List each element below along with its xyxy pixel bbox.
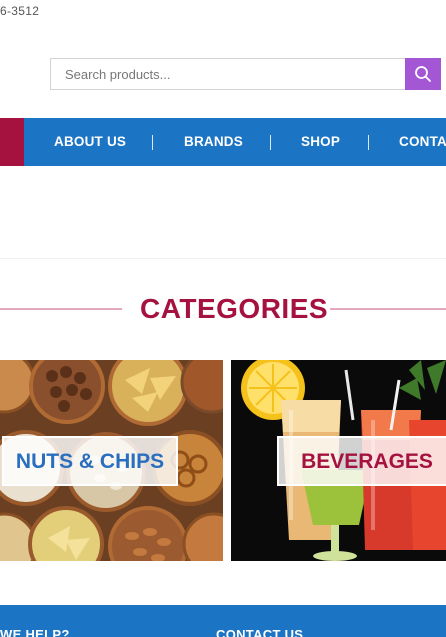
- footer-heading-contact: CONTACT US: [216, 627, 304, 637]
- search-bar: [50, 58, 446, 90]
- category-label-beverages: BEVERAGES: [277, 436, 446, 486]
- heading-rule-left: [0, 308, 122, 310]
- nav-accent-bar: [0, 118, 24, 166]
- nav-divider: [368, 135, 369, 150]
- nav-divider: [270, 135, 271, 150]
- search-input[interactable]: [50, 58, 405, 90]
- categories-heading: CATEGORIES: [0, 290, 446, 330]
- category-tile-nuts-chips[interactable]: NUTS & CHIPS: [0, 360, 223, 561]
- footer: WE HELP? CONTACT US: [0, 605, 446, 637]
- nav-item-brands[interactable]: BRANDS: [184, 118, 243, 166]
- nav-item-about-us[interactable]: ABOUT US: [54, 118, 126, 166]
- nav-divider: [152, 135, 153, 150]
- search-button[interactable]: [405, 58, 441, 90]
- search-icon: [415, 66, 431, 82]
- categories-title: CATEGORIES: [140, 293, 329, 324]
- footer-heading-help: WE HELP?: [0, 627, 70, 637]
- heading-rule-right: [330, 308, 446, 310]
- category-tile-beverages[interactable]: BEVERAGES: [231, 360, 446, 561]
- section-divider: [0, 258, 446, 259]
- category-label-nuts-chips: NUTS & CHIPS: [2, 436, 178, 486]
- main-nav: ABOUT US BRANDS SHOP CONTA: [0, 118, 446, 166]
- nav-item-contact[interactable]: CONTA: [399, 118, 446, 166]
- header-phone: 6-3512: [0, 4, 40, 18]
- nav-item-shop[interactable]: SHOP: [301, 118, 340, 166]
